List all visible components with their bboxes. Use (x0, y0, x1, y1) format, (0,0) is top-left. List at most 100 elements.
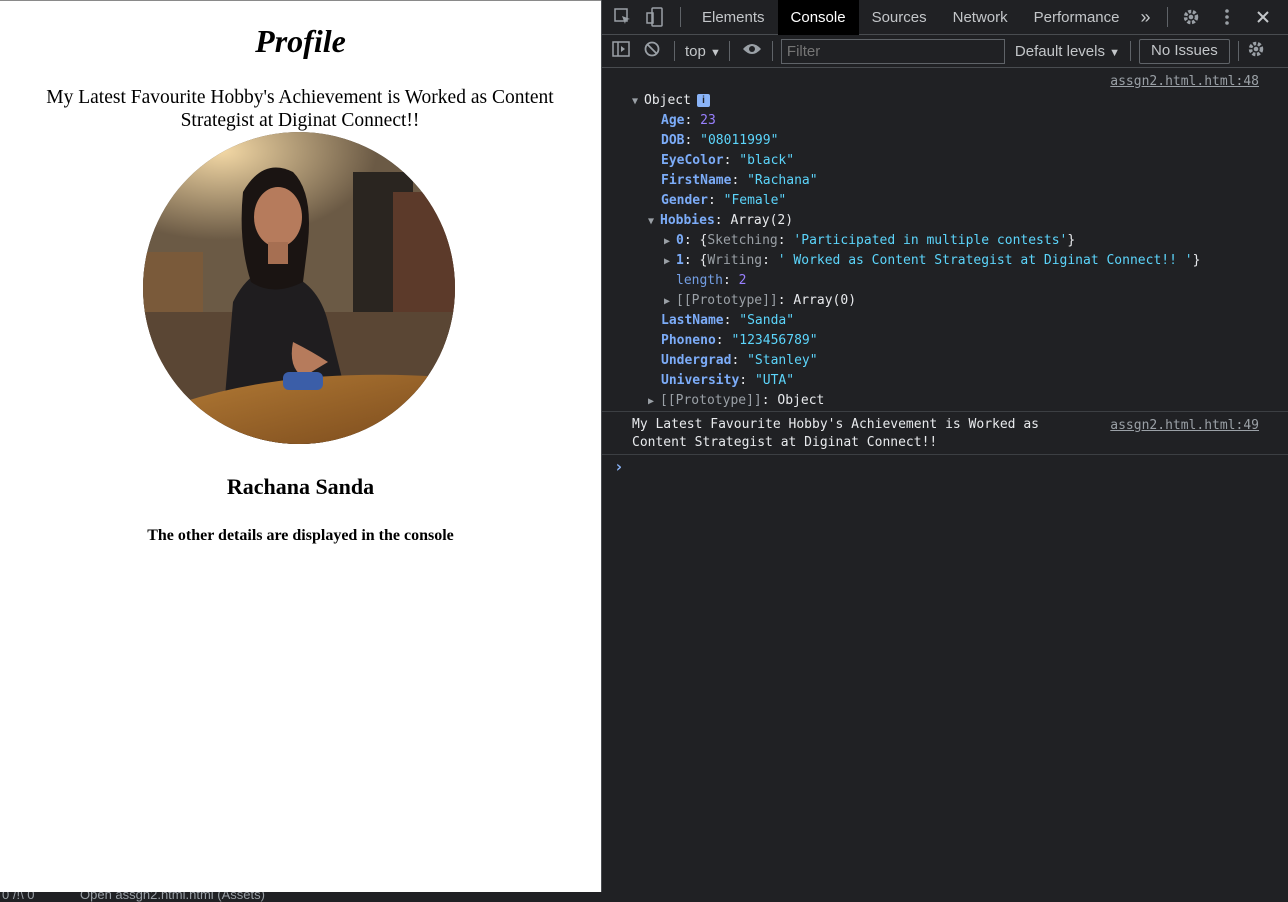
prop-value: ' Worked as Content Strategist at Digina… (777, 253, 1193, 268)
live-expression-eye-icon[interactable] (742, 42, 762, 60)
prop-key: Sketching (707, 233, 778, 248)
prop-key: 1 (676, 253, 684, 268)
tab-sources[interactable]: Sources (859, 0, 940, 35)
toolbar-divider (680, 7, 681, 27)
prop-key: LastName (661, 313, 724, 328)
collapsed-triangle-icon: ▶ (664, 296, 671, 307)
object-label: Object (644, 93, 691, 108)
default-levels-dropdown[interactable]: Default levels ▼ (1015, 43, 1120, 60)
open-file-status[interactable]: Open assgn2.html.html (Assets) (80, 892, 265, 902)
devtools-panel: Elements Console Sources Network Perform… (601, 0, 1288, 892)
prop-key: Undergrad (661, 353, 732, 368)
filter-input[interactable] (780, 38, 1005, 64)
prop-key: FirstName (661, 173, 732, 188)
profile-photo-image (143, 132, 455, 444)
prop-value: "123456789" (731, 333, 818, 348)
dropdown-arrow-icon: ▼ (710, 46, 721, 59)
settings-gear-icon[interactable] (1180, 6, 1202, 28)
toolbar-divider (1237, 41, 1239, 61)
prop-key: Writing (707, 253, 763, 268)
kebab-menu-icon[interactable] (1216, 6, 1238, 28)
tab-network[interactable]: Network (940, 0, 1021, 35)
array-item-row[interactable]: ▶ 0: {Sketching: 'Participated in multipl… (664, 231, 1075, 251)
collapsed-triangle-icon: ▶ (664, 236, 671, 247)
prop-row-hobbies[interactable]: ▼ Hobbies: Array(2) (648, 211, 793, 231)
prop-value: Array(0) (793, 293, 857, 308)
console-note: The other details are displayed in the c… (147, 527, 454, 544)
levels-label: Default levels (1014, 42, 1105, 60)
close-icon[interactable] (1252, 6, 1274, 28)
prop-key: Hobbies (660, 213, 715, 228)
info-icon[interactable]: i (696, 94, 710, 107)
prop-row: DOB: "08011999" (661, 133, 779, 148)
clear-console-icon[interactable] (644, 41, 660, 61)
rendered-page: Profile My Latest Favourite Hobby's Achi… (0, 0, 601, 892)
tab-console[interactable]: Console (777, 0, 859, 35)
toolbar-divider (674, 41, 675, 61)
console-settings-gear-icon[interactable] (1247, 40, 1265, 62)
prop-key: DOB (661, 133, 685, 148)
console-message-object: assgn2.html.html:48 ▼ Object i Age: 23 DOB… (602, 68, 1288, 412)
prop-value: 23 (700, 113, 716, 128)
prop-row: Gender: "Female" (661, 193, 787, 208)
inspect-element-icon[interactable] (612, 6, 634, 28)
prop-row: LastName: "Sanda" (661, 313, 795, 328)
profile-photo (143, 132, 455, 444)
context-selector[interactable]: top ▼ (685, 43, 721, 60)
page-title: Profile (255, 23, 346, 59)
prop-row: length: 2 (676, 273, 747, 288)
prop-key: Gender (661, 193, 708, 208)
prototype-row[interactable]: ▶ [[Prototype]]: Object (648, 391, 824, 411)
status-bar: 0 /!\ 0 Open assgn2.html.html (Assets) (0, 892, 1288, 902)
prop-key: [[Prototype]] (676, 293, 778, 308)
error-warning-counts[interactable]: 0 /!\ 0 (2, 892, 35, 902)
toolbar-divider (1166, 7, 1168, 27)
show-sidebar-icon[interactable] (612, 41, 630, 61)
log-text-line: Content Strategist at Diginat Connect!! (632, 435, 938, 450)
prop-value: "Rachana" (747, 173, 818, 188)
prompt-chevron-icon: › (614, 457, 624, 476)
prop-key: [[Prototype]] (660, 393, 762, 408)
expanded-triangle-icon: ▼ (648, 216, 655, 227)
prop-key: Phoneno (661, 333, 716, 348)
toolbar-divider (1130, 41, 1132, 61)
prototype-row[interactable]: ▶ [[Prototype]]: Array(0) (664, 291, 856, 311)
hobby-achievement-text: My Latest Favourite Hobby's Achievement … (46, 87, 554, 131)
device-toolbar-icon[interactable] (644, 6, 666, 28)
prop-value: Object (777, 393, 825, 408)
console-message-log: assgn2.html.html:49 My Latest Favourite … (602, 412, 1288, 455)
prop-row: Age: 23 (661, 113, 716, 128)
prop-value: 2 (738, 273, 747, 288)
prop-value: "Stanley" (747, 353, 818, 368)
prop-row: Phoneno: "123456789" (661, 333, 818, 348)
prop-value: "Sanda" (739, 313, 795, 328)
toolbar-divider (771, 41, 773, 61)
prop-value: 'Participated in multiple contests' (793, 233, 1068, 248)
prop-row: Undergrad: "Stanley" (661, 353, 818, 368)
tab-performance[interactable]: Performance (1021, 0, 1133, 35)
object-header[interactable]: ▼ Object i (632, 91, 710, 111)
collapsed-triangle-icon: ▶ (648, 396, 655, 407)
source-link[interactable]: assgn2.html.html:48 (1110, 74, 1259, 89)
array-item-row[interactable]: ▶ 1: {Writing: ' Worked as Content Strate… (664, 251, 1200, 271)
toolbar-divider (728, 41, 730, 61)
issues-button[interactable]: No Issues (1139, 38, 1230, 64)
console-prompt[interactable]: › (602, 455, 1288, 481)
prop-value: "Female" (723, 193, 787, 208)
prop-value: "08011999" (700, 133, 779, 148)
context-label: top (685, 42, 706, 60)
dropdown-arrow-icon: ▼ (1109, 46, 1121, 59)
profile-name: Rachana Sanda (226, 474, 375, 499)
prop-value: Array(2) (730, 213, 794, 228)
console-output: assgn2.html.html:48 ▼ Object i Age: 23 DOB… (602, 68, 1288, 481)
tab-elements[interactable]: Elements (689, 0, 778, 35)
prop-key: length (676, 273, 723, 288)
source-link[interactable]: assgn2.html.html:49 (1110, 418, 1259, 433)
more-tabs-button[interactable]: » (1133, 0, 1159, 35)
expanded-triangle-icon: ▼ (632, 96, 639, 107)
prop-key: Age (661, 113, 685, 128)
devtools-tabbar: Elements Console Sources Network Perform… (602, 0, 1288, 35)
prop-row: University: "UTA" (661, 373, 795, 388)
prop-key: University (661, 373, 740, 388)
prop-key: EyeColor (661, 153, 724, 168)
